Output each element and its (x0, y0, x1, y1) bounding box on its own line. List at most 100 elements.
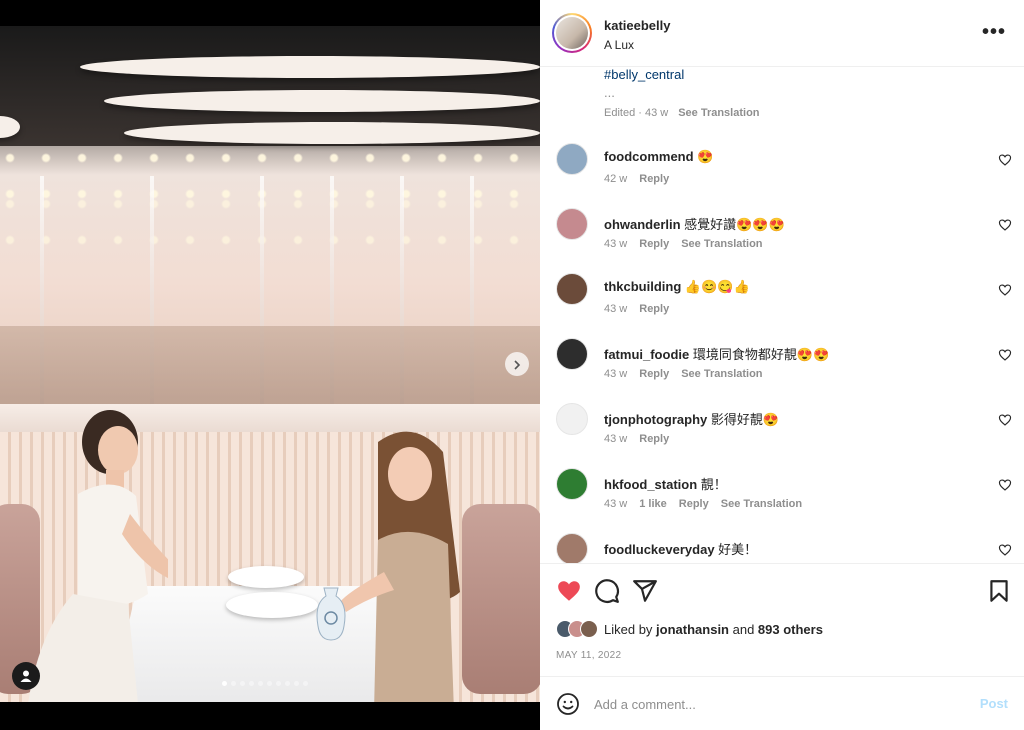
plate (226, 592, 318, 618)
comment-text: thkcbuilding 👍😊😋👍 (604, 279, 750, 295)
comment-reply-button[interactable]: Reply (639, 368, 669, 380)
comment-item: thkcbuilding 👍😊😋👍 43 w Reply (540, 273, 1024, 333)
comment-time: 42 w (604, 173, 628, 185)
post-location[interactable]: A Lux (604, 38, 634, 52)
bookmark-icon[interactable] (986, 578, 1012, 604)
woman-left (28, 410, 168, 702)
back-bar-shelf (0, 326, 540, 406)
author-username[interactable]: katieebelly (604, 18, 671, 33)
next-slide-button[interactable] (505, 352, 529, 376)
comment-body: 好美！ (714, 542, 758, 557)
comment-body: 😍 (693, 149, 714, 164)
carousel-dot[interactable] (258, 681, 263, 686)
comment-reply-button[interactable]: Reply (639, 173, 669, 185)
carousel-dot[interactable] (249, 681, 254, 686)
commenter-avatar[interactable] (556, 403, 588, 435)
decorative-vase (316, 587, 346, 641)
comment-meta: 43 w Reply See Translation (604, 238, 763, 250)
speech-bubble-icon[interactable] (594, 578, 620, 604)
comment-item: foodcommend 😍 42 w Reply (540, 143, 1024, 203)
heart-outline-icon[interactable] (998, 478, 1012, 492)
heart-outline-icon[interactable] (998, 543, 1012, 557)
post-photo (0, 26, 540, 702)
comment-time: 43 w (604, 433, 628, 445)
comment-body: 影得好靚😍 (707, 412, 780, 427)
ceiling-lights (0, 192, 540, 262)
comment-meta: 43 w 1 like Reply See Translation (604, 498, 802, 510)
caption-meta: Edited · 43 w See Translation (604, 107, 760, 119)
carousel-dot[interactable] (240, 681, 245, 686)
comment-item: hkfood_station 靚！ 43 w 1 like Reply See Tran… (540, 468, 1024, 528)
comment-see-translation[interactable]: See Translation (721, 498, 802, 510)
chevron-right-icon (514, 360, 521, 370)
comment-reply-button[interactable]: Reply (639, 303, 669, 315)
carousel-dot[interactable] (222, 681, 227, 686)
carousel-dot[interactable] (267, 681, 272, 686)
commenter-username[interactable]: thkcbuilding (604, 279, 681, 294)
author-avatar[interactable] (552, 13, 592, 53)
carousel-dot[interactable] (303, 681, 308, 686)
commenter-username[interactable]: foodluckeveryday (604, 542, 715, 557)
commenter-avatar[interactable] (556, 338, 588, 370)
comment-text: foodluckeveryday 好美！ (604, 539, 757, 558)
post-date[interactable]: MAY 11, 2022 (556, 650, 621, 661)
caption-edited-time: Edited · 43 w (604, 107, 669, 119)
carousel-dot[interactable] (294, 681, 299, 686)
post-sidebar: katieebelly A Lux ••• #belly_central ...… (540, 0, 1024, 730)
post-actions: Liked by jonathansin and 893 others MAY … (540, 563, 1024, 676)
comment-time: 43 w (604, 368, 628, 380)
comment-reply-button[interactable]: Reply (679, 498, 709, 510)
commenter-avatar[interactable] (556, 468, 588, 500)
heart-outline-icon[interactable] (998, 413, 1012, 427)
carousel-dot[interactable] (285, 681, 290, 686)
heart-outline-icon[interactable] (998, 218, 1012, 232)
comment-text: foodcommend 😍 (604, 149, 713, 165)
comment-meta: 42 w Reply (604, 173, 669, 185)
comment-body: 環境同食物都好靚😍😍 (689, 347, 830, 362)
comment-input[interactable] (594, 691, 964, 717)
commenter-avatar[interactable] (556, 208, 588, 240)
comment-see-translation[interactable]: See Translation (681, 368, 762, 380)
post-header: katieebelly A Lux ••• (540, 0, 1024, 67)
caption-see-translation[interactable]: See Translation (678, 107, 759, 119)
carousel-dot[interactable] (231, 681, 236, 686)
comment-item: foodluckeveryday 好美！43 wReply (540, 533, 1024, 563)
caption-hashtag[interactable]: #belly_central (604, 67, 684, 82)
commenter-avatar[interactable] (556, 143, 588, 175)
smiley-icon[interactable] (556, 692, 580, 716)
comment-body: 👍😊😋👍 (681, 279, 750, 294)
comment-time: 43 w (604, 498, 628, 510)
comment-body: 感覺好讚😍😍😍 (680, 217, 785, 232)
tagged-users-button[interactable] (12, 662, 40, 690)
comment-reply-button[interactable]: Reply (639, 238, 669, 250)
comment-item: tjonphotography 影得好靚😍 43 w Reply (540, 403, 1024, 463)
comments-list[interactable]: #belly_central ... Edited · 43 w See Tra… (540, 67, 1024, 563)
commenter-avatar[interactable] (556, 273, 588, 305)
comment-likes[interactable]: 1 like (639, 498, 667, 510)
ceiling-wave (104, 90, 540, 112)
comment-see-translation[interactable]: See Translation (681, 238, 762, 250)
comment-reply-button[interactable]: Reply (639, 433, 669, 445)
heart-outline-icon[interactable] (998, 283, 1012, 297)
commenter-username[interactable]: hkfood_station (604, 477, 697, 492)
ceiling-wave (80, 56, 540, 78)
comment-meta: 43 w Reply See Translation (604, 368, 763, 380)
paper-plane-icon[interactable] (632, 578, 658, 604)
comment-meta: 43 w Reply (604, 303, 669, 315)
commenter-username[interactable]: foodcommend (604, 149, 694, 164)
heart-outline-icon[interactable] (998, 348, 1012, 362)
instagram-post-modal: katieebelly A Lux ••• #belly_central ...… (0, 0, 1024, 730)
commenter-username[interactable]: tjonphotography (604, 412, 707, 427)
commenter-username[interactable]: fatmui_foodie (604, 347, 689, 362)
post-comment-button[interactable]: Post (980, 696, 1008, 711)
heart-outline-icon[interactable] (998, 153, 1012, 167)
likes-others-link[interactable]: 893 others (758, 622, 823, 637)
carousel-dot[interactable] (276, 681, 281, 686)
commenter-username[interactable]: ohwanderlin (604, 217, 681, 232)
heart-filled-icon[interactable] (556, 578, 582, 604)
more-options-button[interactable]: ••• (982, 22, 1006, 42)
liker-username[interactable]: jonathansin (656, 622, 729, 637)
commenter-avatar[interactable] (556, 533, 588, 563)
comment-body: 靚！ (697, 477, 727, 492)
comment-item: ohwanderlin 感覺好讚😍😍😍 43 w Reply See Translat… (540, 208, 1024, 268)
